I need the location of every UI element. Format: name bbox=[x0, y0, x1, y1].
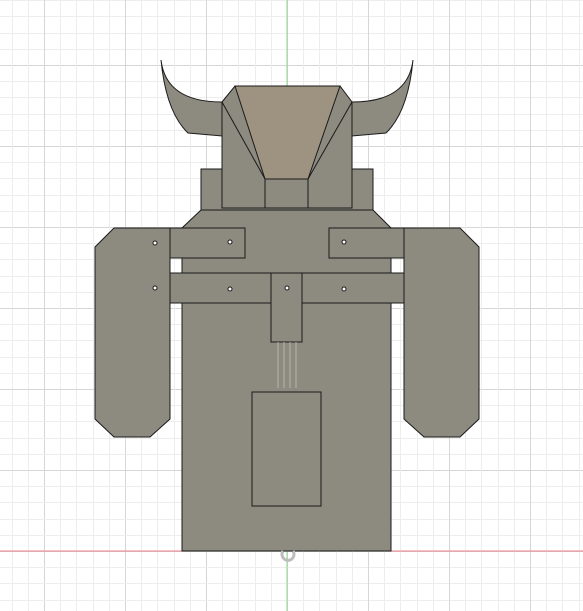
upper-left-bracket[interactable] bbox=[169, 227, 246, 259]
pin-hole bbox=[152, 240, 158, 246]
front-panel[interactable] bbox=[251, 391, 322, 507]
center-column[interactable] bbox=[270, 272, 303, 343]
pin-hole bbox=[227, 286, 233, 292]
pin-hole bbox=[284, 285, 290, 291]
robot-model[interactable] bbox=[94, 59, 480, 552]
pin-hole bbox=[227, 239, 233, 245]
design-viewport-svg[interactable] bbox=[0, 0, 583, 611]
right-arm[interactable] bbox=[403, 227, 480, 438]
pin-hole bbox=[152, 285, 158, 291]
pin-hole bbox=[341, 239, 347, 245]
pin-hole bbox=[341, 286, 347, 292]
design-canvas[interactable] bbox=[0, 0, 583, 611]
left-arm[interactable] bbox=[94, 227, 171, 438]
upper-right-bracket[interactable] bbox=[328, 227, 405, 259]
